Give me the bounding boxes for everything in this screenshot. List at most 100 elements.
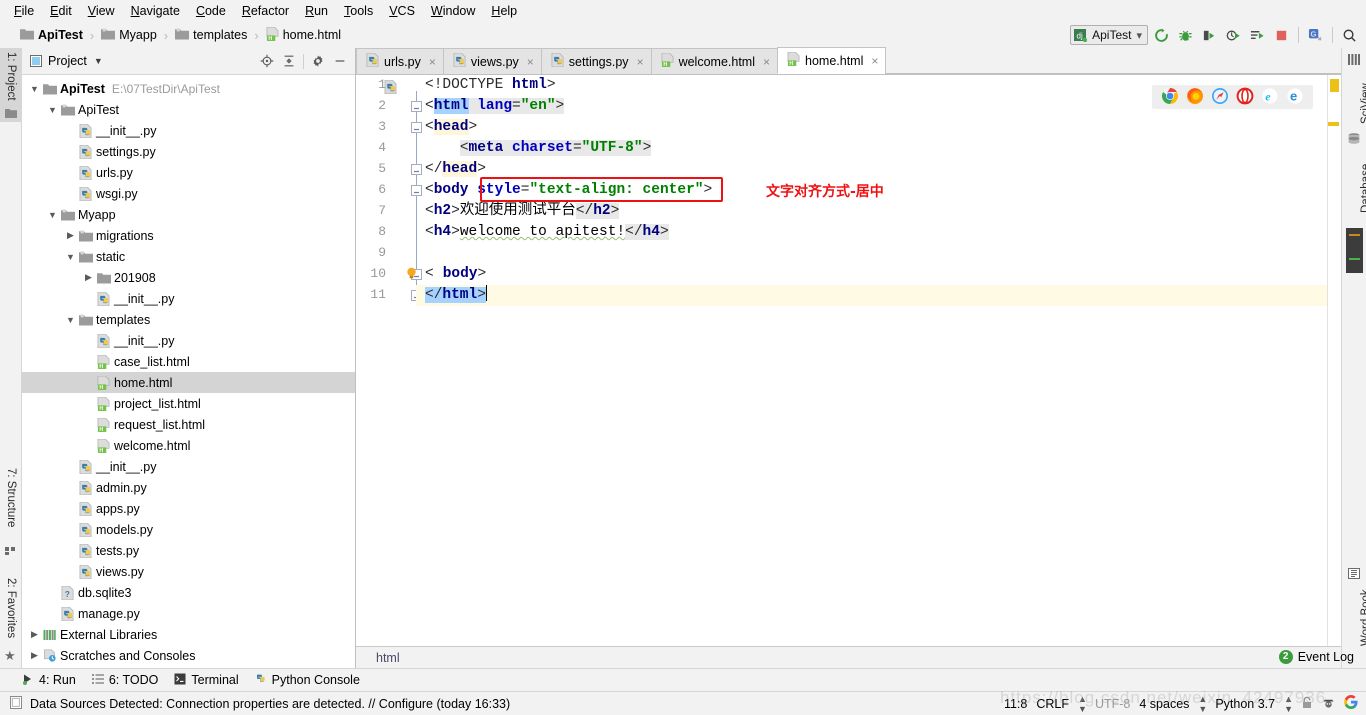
tree-row[interactable]: Hhome.html (22, 372, 355, 393)
tree-row[interactable]: models.py (22, 519, 355, 540)
translate-icon[interactable]: G (1305, 25, 1326, 45)
close-icon[interactable]: × (637, 55, 644, 69)
profile-icon[interactable] (1223, 25, 1244, 45)
tree-row[interactable]: ▼ ApiTest (22, 99, 355, 120)
tool-button-6--todo[interactable]: 6: TODO (91, 673, 158, 688)
google-icon[interactable] (1344, 695, 1358, 712)
tree-row[interactable]: wsgi.py (22, 183, 355, 204)
editor-tab-views-py[interactable]: views.py × (442, 48, 542, 74)
chevron-down-icon[interactable]: ▼ (46, 210, 59, 220)
menu-item-window[interactable]: Window (423, 2, 483, 20)
safari-icon[interactable] (1211, 87, 1229, 108)
opera-icon[interactable] (1236, 87, 1254, 108)
chevron-down-icon[interactable]: ▼ (64, 315, 77, 325)
tree-row[interactable]: ▼ templates (22, 309, 355, 330)
tree-row[interactable]: ▼ Myapp (22, 204, 355, 225)
chevron-down-icon[interactable]: ▼ (28, 84, 41, 94)
menu-item-vcs[interactable]: VCS (381, 2, 423, 20)
firefox-icon[interactable] (1186, 87, 1204, 108)
tool-button-4--run[interactable]: 4: Run (22, 673, 76, 688)
tree-row[interactable]: settings.py (22, 141, 355, 162)
tool-button-python-console[interactable]: Python Console (255, 672, 360, 688)
indent-stepper-icon[interactable]: ▲ ▼ (1198, 694, 1207, 714)
editor-tab-urls-py[interactable]: urls.py × (356, 48, 444, 74)
chevron-down-icon[interactable]: ▼ (64, 252, 77, 262)
file-encoding[interactable]: UTF-8 (1095, 697, 1130, 711)
close-icon[interactable]: × (871, 54, 878, 68)
tree-row[interactable]: __init__.py (22, 288, 355, 309)
line-separator[interactable]: CRLF (1036, 697, 1069, 711)
status-message[interactable]: Data Sources Detected: Connection proper… (30, 697, 510, 711)
tree-row[interactable]: Hproject_list.html (22, 393, 355, 414)
warning-marker[interactable] (1330, 79, 1339, 92)
code-editor[interactable]: 1 2 3 4 5 6 7 8 9 10 11 <!DOCTYPE html> <html lang=… (356, 75, 1341, 646)
tree-row[interactable]: ▶ migrations (22, 225, 355, 246)
run-with-console-icon[interactable] (1247, 25, 1268, 45)
tree-row[interactable]: ▶ Scratches and Consoles (22, 645, 355, 666)
breadcrumb-item-apitest[interactable]: ApiTest (18, 28, 85, 43)
tree-row[interactable]: ▼ static (22, 246, 355, 267)
edge-icon[interactable]: e (1286, 87, 1304, 108)
browser-launch-bar[interactable]: ee (1152, 85, 1313, 109)
tree-row[interactable]: Hcase_list.html (22, 351, 355, 372)
menu-item-code[interactable]: Code (188, 2, 234, 20)
run-configuration-selector[interactable]: dj ApiTest ▾ (1070, 25, 1148, 45)
indent-setting[interactable]: 4 spaces (1139, 697, 1189, 711)
menu-item-tools[interactable]: Tools (336, 2, 381, 20)
collapse-all-icon[interactable] (278, 50, 300, 72)
chevron-right-icon[interactable]: ▶ (28, 650, 41, 661)
chevron-right-icon[interactable]: ▶ (82, 272, 95, 283)
event-log-button[interactable]: 2 Event Log (1278, 645, 1354, 668)
editor-tab-settings-py[interactable]: settings.py × (540, 48, 652, 74)
tree-row[interactable]: ▼ ApiTest E:\07TestDir\ApiTest (22, 78, 355, 99)
stripe-item-wordbook[interactable]: Word Book (1360, 589, 1366, 646)
tree-row[interactable]: ▶ External Libraries (22, 624, 355, 645)
tree-row[interactable]: __init__.py (22, 120, 355, 141)
caret-position[interactable]: 11:8 (1004, 697, 1027, 711)
intention-bulb-icon[interactable] (406, 267, 417, 280)
close-icon[interactable]: × (429, 55, 436, 69)
tree-row[interactable]: urls.py (22, 162, 355, 183)
editor-gutter[interactable]: 1 2 3 4 5 6 7 8 9 10 11 (356, 75, 422, 646)
tree-row[interactable]: Hrequest_list.html (22, 414, 355, 435)
breadcrumb-item-home-html[interactable]: Hhome.html (264, 26, 343, 44)
tree-row[interactable]: Hwelcome.html (22, 435, 355, 456)
line-separator-stepper-icon[interactable]: ▲ ▼ (1078, 694, 1087, 714)
editor-tab-home-html[interactable]: Hhome.html × (777, 47, 887, 74)
stripe-item-favorites[interactable]: 2: Favorites (5, 578, 17, 638)
settings-gear-icon[interactable] (307, 50, 329, 72)
tree-row[interactable]: views.py (22, 561, 355, 582)
close-icon[interactable]: × (763, 55, 770, 69)
menu-item-refactor[interactable]: Refactor (234, 2, 297, 20)
interpreter-stepper-icon[interactable]: ▲ ▼ (1284, 694, 1293, 714)
tree-row[interactable]: __init__.py (22, 330, 355, 351)
tree-row[interactable]: __init__.py (22, 456, 355, 477)
ie-icon[interactable]: e (1261, 87, 1279, 108)
python-interpreter[interactable]: Python 3.7 (1215, 697, 1275, 711)
stripe-item-database[interactable]: Database (1360, 164, 1366, 213)
right-scroll-thumb[interactable] (1346, 228, 1363, 273)
hector-icon[interactable] (1322, 696, 1335, 712)
chevron-right-icon[interactable]: ▶ (64, 230, 77, 241)
chevron-down-icon[interactable]: ▾ (1136, 29, 1142, 42)
locate-icon[interactable] (256, 50, 278, 72)
hide-icon[interactable] (329, 50, 351, 72)
menu-item-edit[interactable]: Edit (42, 2, 80, 20)
menu-item-help[interactable]: Help (483, 2, 525, 20)
lock-icon[interactable] (1301, 696, 1313, 712)
search-everywhere-icon[interactable] (1339, 25, 1360, 45)
stripe-item-structure[interactable]: 7: Structure (5, 468, 17, 527)
tree-row[interactable]: ? db.sqlite3 (22, 582, 355, 603)
tree-row[interactable]: apps.py (22, 498, 355, 519)
menu-item-run[interactable]: Run (297, 2, 336, 20)
editor-breadcrumb-bar[interactable]: html (356, 646, 1341, 668)
chrome-icon[interactable] (1161, 87, 1179, 108)
stripe-item-sciview[interactable]: SciView (1360, 83, 1366, 124)
menu-item-file[interactable]: File (6, 2, 42, 20)
coverage-icon[interactable] (1199, 25, 1220, 45)
tool-button-terminal[interactable]: Terminal (174, 673, 239, 688)
close-icon[interactable]: × (527, 55, 534, 69)
stop-icon[interactable] (1271, 25, 1292, 45)
menu-item-navigate[interactable]: Navigate (123, 2, 188, 20)
chevron-down-icon[interactable]: ▼ (46, 105, 59, 115)
